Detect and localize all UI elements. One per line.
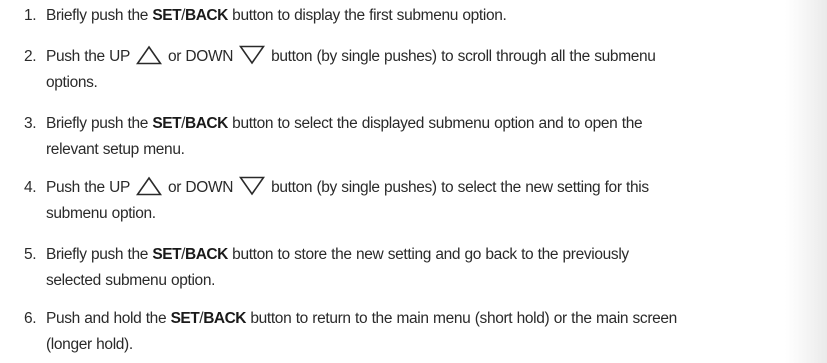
- instruction-step-1: 1. Briefly push the SET/BACK button to di…: [24, 3, 812, 29]
- step-text: Briefly push the: [46, 246, 153, 263]
- instruction-step-6: 6. Push and hold the SET/BACK button to r…: [24, 306, 812, 358]
- step-text: button to return to the main menu (short…: [245, 310, 677, 327]
- step-number: 1.: [24, 7, 37, 24]
- step-text: Push the UP: [46, 48, 130, 65]
- step-text: Briefly push the: [46, 7, 153, 24]
- down-triangle-icon: [239, 45, 266, 65]
- up-triangle-icon: [135, 45, 162, 65]
- instruction-step-4: 4. Push the UP or DOWN button (by single pu…: [24, 175, 812, 227]
- step-text-continued: (longer hold).: [46, 336, 133, 353]
- instruction-step-3: 3. Briefly push the SET/BACK button to se…: [24, 111, 812, 163]
- down-triangle-icon: [239, 176, 266, 196]
- back-keyword: BACK: [185, 7, 228, 24]
- set-keyword: SET: [152, 115, 182, 132]
- instruction-step-5: 5. Briefly push the SET/BACK button to st…: [24, 242, 812, 294]
- set-keyword: SET: [152, 7, 182, 24]
- step-text: button to store the new setting and go b…: [227, 246, 629, 263]
- step-text: button (by single pushes) to select the …: [271, 179, 649, 196]
- step-text: button (by single pushes) to scroll thro…: [271, 48, 656, 65]
- instruction-step-2: 2. Push the UP or DOWN button (by single pu…: [24, 44, 812, 96]
- step-number: 5.: [24, 246, 37, 263]
- up-triangle-icon: [135, 176, 162, 196]
- step-text: button to select the displayed submenu o…: [227, 115, 643, 132]
- set-keyword: SET: [170, 310, 200, 327]
- step-text: Push the UP: [46, 179, 130, 196]
- back-keyword: BACK: [185, 115, 228, 132]
- step-number: 3.: [24, 115, 37, 132]
- step-number: 6.: [24, 310, 37, 327]
- step-text: Briefly push the: [46, 115, 153, 132]
- step-text: or DOWN: [167, 179, 234, 196]
- back-keyword: BACK: [203, 310, 246, 327]
- step-text: button to display the first submenu opti…: [227, 7, 507, 24]
- step-number: 4.: [24, 179, 37, 196]
- step-text: or DOWN: [167, 48, 234, 65]
- step-text-continued: submenu option.: [46, 205, 156, 222]
- step-text-continued: options.: [46, 74, 98, 91]
- step-text-continued: relevant setup menu.: [46, 141, 185, 158]
- step-text: Push and hold the: [46, 310, 171, 327]
- set-keyword: SET: [152, 246, 182, 263]
- step-number: 2.: [24, 48, 37, 65]
- back-keyword: BACK: [185, 246, 228, 263]
- step-text-continued: selected submenu option.: [46, 272, 216, 289]
